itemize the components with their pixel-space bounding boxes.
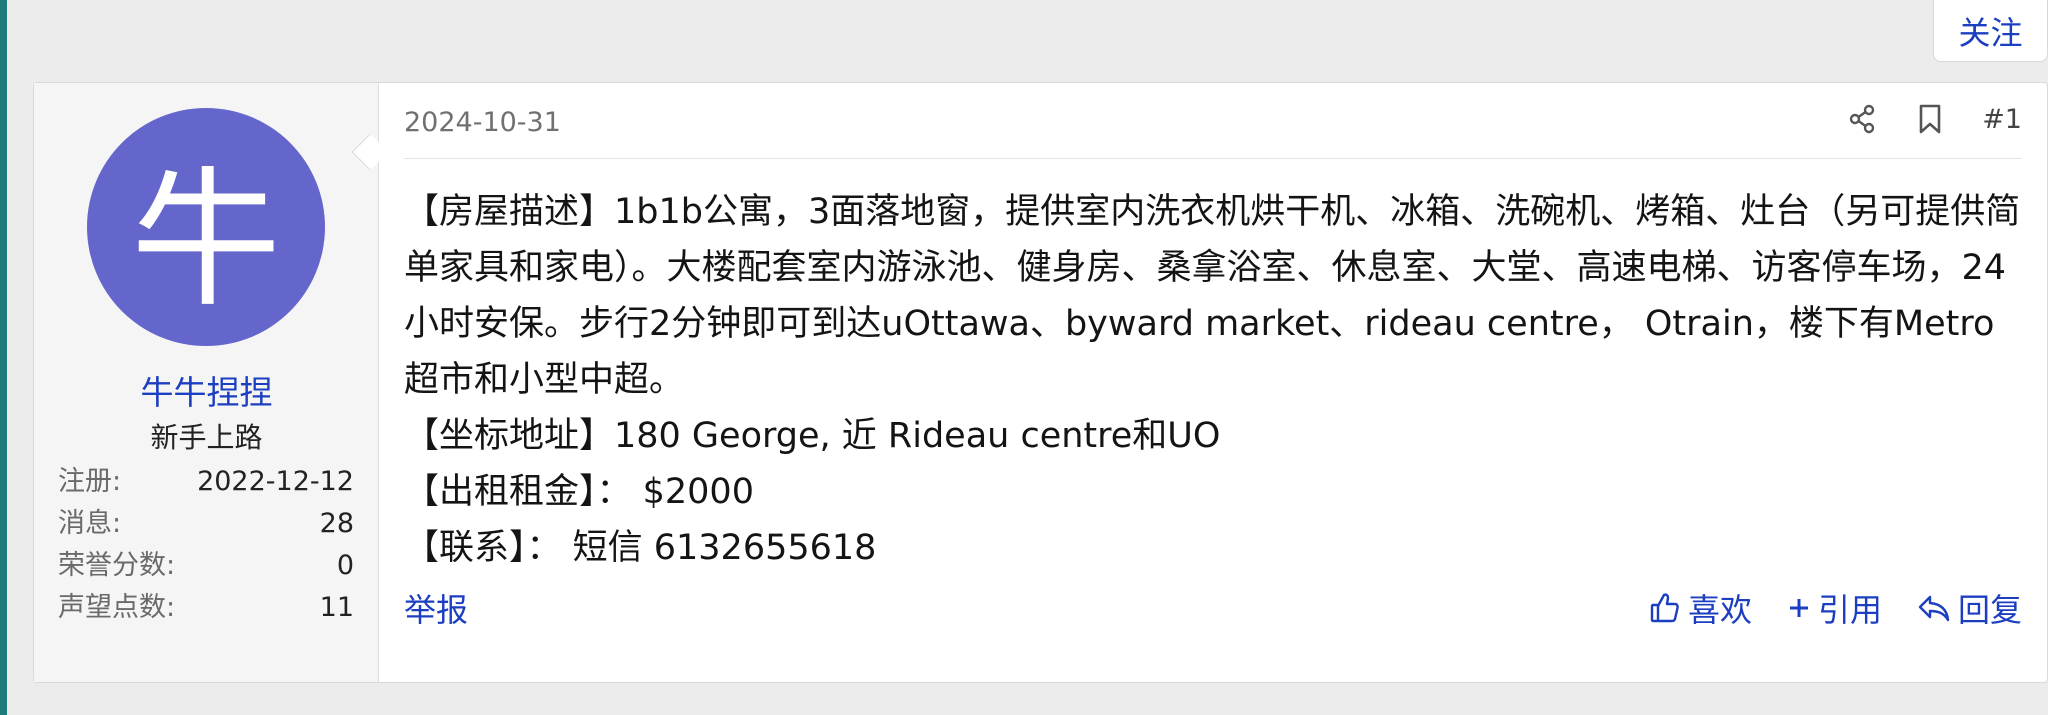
post-footer-actions: 喜欢 引用 回复 [1650,585,2022,631]
stat-honor-points: 荣誉分数: 0 [58,545,354,587]
follow-box: 关注 [1933,0,2048,62]
stat-value: 11 [319,592,354,623]
quote-label: 引用 [1817,591,1882,629]
bookmark-icon[interactable] [1914,103,1946,135]
plus-icon [1788,597,1810,619]
stat-label: 注册: [58,466,122,497]
stat-registered: 注册: 2022-12-12 [58,461,354,503]
stat-value: 2022-12-12 [197,466,354,497]
post-content-area: 2024-10-31 #1 【房屋描述】1b1b公寓，3面落地窗，提供室内洗衣机… [379,83,2047,682]
user-rank-title: 新手上路 [150,421,263,454]
share-icon[interactable] [1846,103,1878,135]
report-link[interactable]: 举报 [404,585,468,631]
reply-label: 回复 [1957,591,2022,629]
stat-label: 荣誉分数: [58,550,176,581]
stat-reputation: 声望点数: 11 [58,587,354,629]
like-button[interactable]: 喜欢 [1650,585,1752,631]
thumbs-up-icon [1650,592,1680,624]
user-stats: 注册: 2022-12-12 消息: 28 荣誉分数: 0 声望点数: 11 [58,461,354,629]
quote-button[interactable]: 引用 [1788,585,1882,631]
window-left-edge [0,0,7,715]
post-header: 2024-10-31 #1 [404,83,2022,159]
forum-post: 牛 牛牛捏捏 新手上路 注册: 2022-12-12 消息: 28 荣誉分数: … [33,82,2048,683]
reply-button[interactable]: 回复 [1918,585,2022,631]
user-info-panel: 牛 牛牛捏捏 新手上路 注册: 2022-12-12 消息: 28 荣誉分数: … [34,83,379,682]
post-paragraph-description: 【房屋描述】1b1b公寓，3面落地窗，提供室内洗衣机烘干机、冰箱、洗碗机、烤箱、… [404,192,2021,400]
follow-button[interactable]: 关注 [1958,8,2022,54]
post-date[interactable]: 2024-10-31 [404,107,561,138]
post-footer: 举报 喜欢 引用 回复 [404,583,2022,633]
reply-arrow-icon [1918,594,1950,622]
avatar[interactable]: 牛 [87,108,325,346]
stat-value: 0 [336,550,354,581]
post-header-actions: #1 [1846,103,2022,135]
post-permalink-number[interactable]: #1 [1982,104,2022,135]
post-paragraph-address: 【坐标地址】180 George, 近 Rideau centre和UO [404,416,1221,456]
stat-label: 消息: [58,508,122,539]
stat-value: 28 [319,508,354,539]
like-label: 喜欢 [1687,591,1752,629]
stat-label: 声望点数: [58,592,176,623]
username-link[interactable]: 牛牛捏捏 [34,366,379,414]
post-body: 【房屋描述】1b1b公寓，3面落地窗，提供室内洗衣机烘干机、冰箱、洗碗机、烤箱、… [404,184,2029,576]
post-paragraph-contact: 【联系】： 短信 6132655618 [404,528,877,568]
post-paragraph-rent: 【出租租金】： $2000 [404,472,754,512]
stat-messages: 消息: 28 [58,503,354,545]
